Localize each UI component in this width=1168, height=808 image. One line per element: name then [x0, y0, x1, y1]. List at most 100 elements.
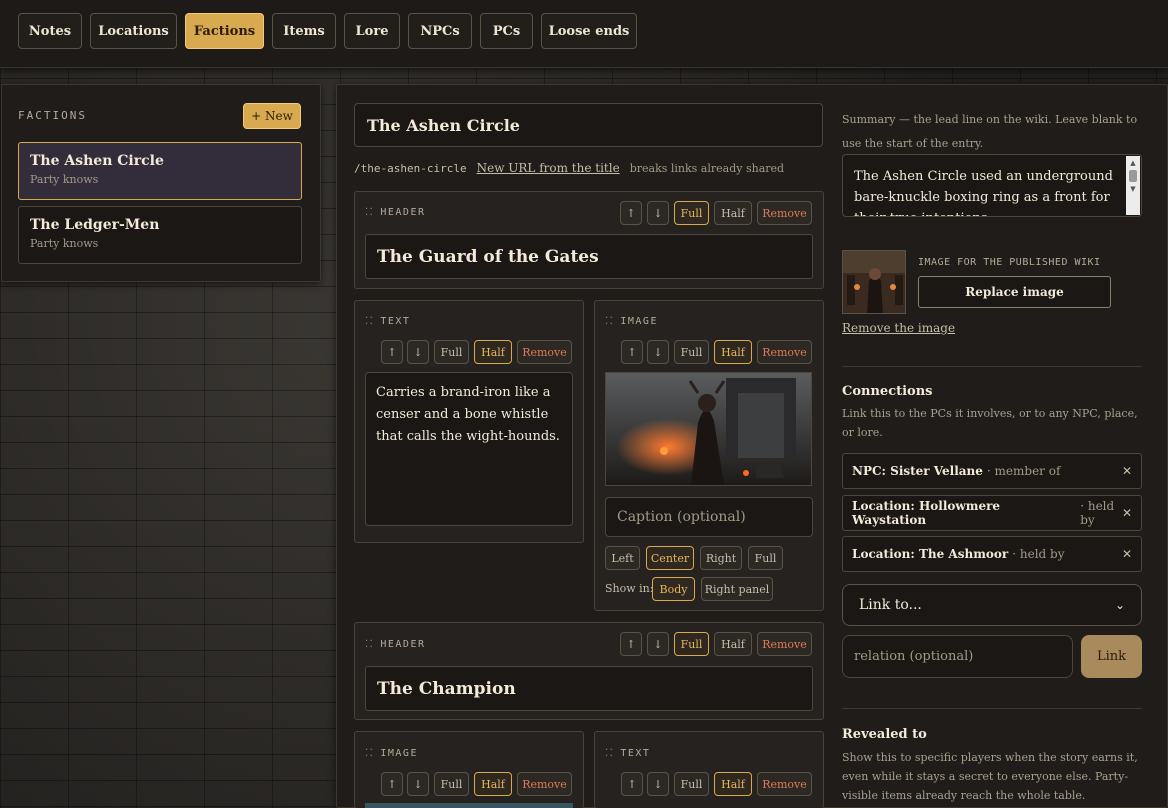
- move-down-button[interactable]: ↓: [647, 632, 669, 656]
- wiki-image-label: IMAGE FOR THE PUBLISHED WIKI: [918, 257, 1101, 268]
- link-button[interactable]: Link: [1081, 635, 1142, 678]
- show-in-label: Show in:: [605, 582, 654, 595]
- connections-title: Connections: [842, 384, 933, 399]
- faction-name: The Ashen Circle: [30, 153, 164, 169]
- align-center-button[interactable]: Center: [646, 546, 694, 570]
- text-block-textarea[interactable]: Carries a brand-iron like a censer and a…: [365, 372, 573, 526]
- block-label: ⁚⁚ HEADER: [365, 207, 426, 218]
- move-down-button[interactable]: ↓: [407, 340, 429, 364]
- slug-note: breaks links already shared: [629, 161, 785, 175]
- remove-block-button[interactable]: Remove: [757, 632, 812, 656]
- block-label: ⁚⁚ TEXT: [605, 748, 651, 759]
- connections-hint: Link this to the PCs it involves, or to …: [842, 407, 1138, 439]
- drag-handle-icon[interactable]: ⁚⁚: [365, 207, 374, 218]
- link-to-select[interactable]: Link to... ⌄: [842, 584, 1142, 626]
- connection-name[interactable]: Location: Hollowmere Waystation: [852, 499, 1076, 527]
- close-icon[interactable]: ✕: [1119, 463, 1135, 479]
- remove-block-button[interactable]: Remove: [757, 340, 812, 364]
- connection-relation: · held by: [1012, 547, 1065, 561]
- block-label: ⁚⁚ IMAGE: [605, 316, 658, 327]
- faction-item[interactable]: The Ledger-Men Party knows: [18, 206, 302, 264]
- tab-factions[interactable]: Factions: [185, 13, 264, 49]
- remove-block-button[interactable]: Remove: [517, 340, 572, 364]
- block-label: ⁚⁚ HEADER: [365, 639, 426, 650]
- full-width-button[interactable]: Full: [674, 340, 709, 364]
- divider: [842, 708, 1142, 709]
- half-width-button[interactable]: Half: [714, 632, 752, 656]
- summary-scrollbar[interactable]: ▲ ▼: [1126, 156, 1140, 215]
- scroll-thumb[interactable]: [1129, 170, 1137, 182]
- close-icon[interactable]: ✕: [1119, 505, 1135, 521]
- move-up-button[interactable]: ↑: [620, 632, 642, 656]
- move-up-button[interactable]: ↑: [381, 340, 403, 364]
- connection-name[interactable]: Location: The Ashmoor: [852, 547, 1008, 561]
- show-in-body-button[interactable]: Body: [652, 577, 695, 601]
- sidebar-title: FACTIONS: [18, 109, 87, 122]
- half-width-button[interactable]: Half: [714, 340, 752, 364]
- new-url-link[interactable]: New URL from the title: [477, 161, 620, 175]
- summary-textarea[interactable]: The Ashen Circle used an underground bar…: [842, 154, 1142, 217]
- full-width-button[interactable]: Full: [674, 772, 709, 796]
- align-full-button[interactable]: Full: [748, 546, 783, 570]
- remove-image-link[interactable]: Remove the image: [842, 321, 955, 335]
- scroll-up-icon[interactable]: ▲: [1126, 156, 1140, 170]
- header-text-input[interactable]: The Champion: [365, 666, 813, 711]
- align-left-button[interactable]: Left: [605, 546, 640, 570]
- drag-handle-icon[interactable]: ⁚⁚: [365, 748, 374, 759]
- tab-notes[interactable]: Notes: [18, 13, 82, 49]
- tab-npcs[interactable]: NPCs: [408, 13, 472, 49]
- remove-block-button[interactable]: Remove: [517, 772, 572, 796]
- revealed-hint: Show this to specific players when the s…: [842, 751, 1138, 802]
- move-down-button[interactable]: ↓: [407, 772, 429, 796]
- move-up-button[interactable]: ↑: [381, 772, 403, 796]
- move-down-button[interactable]: ↓: [647, 340, 669, 364]
- align-right-button[interactable]: Right: [700, 546, 742, 570]
- drag-handle-icon[interactable]: ⁚⁚: [365, 639, 374, 650]
- drag-handle-icon[interactable]: ⁚⁚: [605, 748, 614, 759]
- text-block: [594, 731, 824, 808]
- slug-text: /the-ashen-circle: [354, 161, 467, 175]
- full-width-button[interactable]: Full: [674, 632, 709, 656]
- connection-name[interactable]: NPC: Sister Vellane: [852, 464, 983, 478]
- header-text-input[interactable]: The Guard of the Gates: [365, 234, 813, 279]
- tab-lore[interactable]: Lore: [344, 13, 400, 49]
- full-width-button[interactable]: Full: [434, 340, 469, 364]
- move-up-button[interactable]: ↑: [621, 340, 643, 364]
- tab-locations[interactable]: Locations: [90, 13, 177, 49]
- connection-item: Location: Hollowmere Waystation · held b…: [842, 495, 1142, 531]
- move-up-button[interactable]: ↑: [620, 201, 642, 225]
- drag-handle-icon[interactable]: ⁚⁚: [605, 316, 614, 327]
- tab-pcs[interactable]: PCs: [480, 13, 533, 49]
- full-width-button[interactable]: Full: [674, 201, 709, 225]
- title-input[interactable]: The Ashen Circle: [354, 103, 823, 147]
- move-up-button[interactable]: ↑: [621, 772, 643, 796]
- half-width-button[interactable]: Half: [714, 201, 752, 225]
- half-width-button[interactable]: Half: [474, 772, 512, 796]
- block-image: [365, 803, 573, 808]
- move-down-button[interactable]: ↓: [647, 201, 669, 225]
- tab-loose-ends[interactable]: Loose ends: [541, 13, 637, 49]
- slug-row: /the-ashen-circle New URL from the title…: [354, 161, 784, 175]
- half-width-button[interactable]: Half: [714, 772, 752, 796]
- remove-block-button[interactable]: Remove: [757, 201, 812, 225]
- wiki-image-thumbnail: [842, 250, 906, 314]
- chevron-down-icon: ⌄: [1114, 598, 1125, 612]
- relation-input[interactable]: relation (optional): [842, 635, 1073, 678]
- show-in-right-panel-button[interactable]: Right panel: [701, 577, 773, 601]
- close-icon[interactable]: ✕: [1119, 546, 1135, 562]
- move-down-button[interactable]: ↓: [647, 772, 669, 796]
- replace-image-button[interactable]: Replace image: [918, 276, 1111, 308]
- new-faction-button[interactable]: + New: [243, 103, 301, 129]
- scroll-down-icon[interactable]: ▼: [1126, 182, 1140, 196]
- caption-input[interactable]: Caption (optional): [605, 497, 813, 537]
- full-width-button[interactable]: Full: [434, 772, 469, 796]
- revealed-title: Revealed to: [842, 727, 927, 742]
- drag-handle-icon[interactable]: ⁚⁚: [365, 316, 374, 327]
- half-width-button[interactable]: Half: [474, 340, 512, 364]
- faction-name: The Ledger-Men: [30, 217, 160, 233]
- remove-block-button[interactable]: Remove: [757, 772, 812, 796]
- image-block: [354, 731, 584, 808]
- link-to-select-value: Link to...: [859, 597, 922, 613]
- faction-item[interactable]: The Ashen Circle Party knows: [18, 142, 302, 200]
- tab-items[interactable]: Items: [272, 13, 336, 49]
